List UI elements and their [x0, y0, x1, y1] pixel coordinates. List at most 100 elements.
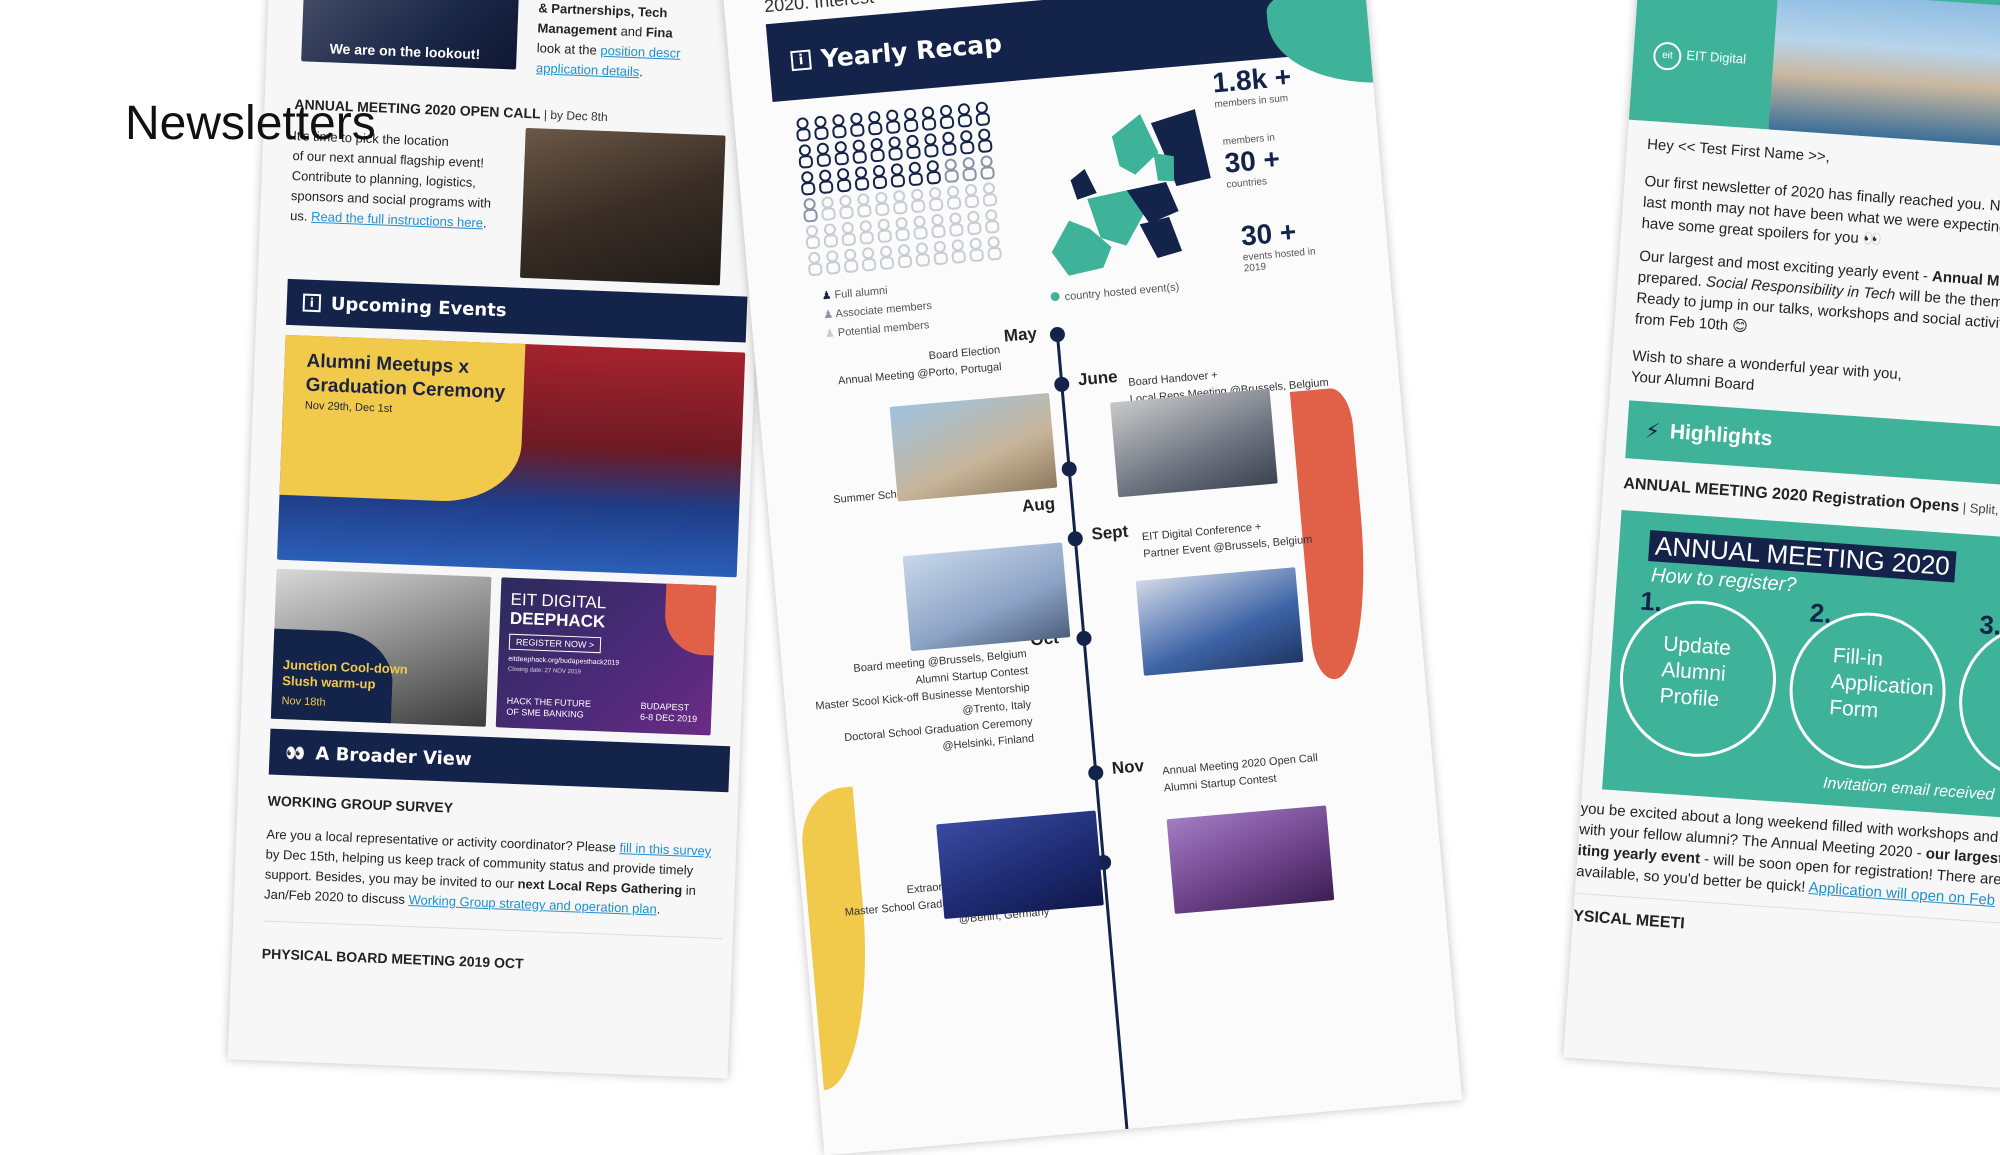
member-person-body	[816, 153, 831, 167]
member-person-icon	[908, 161, 921, 174]
member-person-icon	[975, 101, 988, 114]
member-person-body	[798, 155, 814, 169]
timeline-photo-helsinki	[936, 810, 1104, 920]
member-person-icon	[837, 168, 850, 181]
audience-photo	[519, 127, 726, 286]
hero-photo: We are on the lookout!	[301, 0, 520, 70]
member-person-icon	[808, 251, 821, 264]
member-person-icon	[987, 236, 1000, 249]
member-person-body	[946, 196, 962, 210]
member-person-icon	[870, 138, 883, 151]
member-person-icon	[803, 198, 816, 211]
member-person-icon	[844, 248, 857, 261]
deephack-city: BUDAPEST 6-8 DEC 2019	[639, 700, 698, 724]
instructions-link[interactable]: Read the full instructions here	[311, 209, 483, 231]
member-person-icon	[875, 191, 888, 204]
member-person-body	[957, 114, 973, 128]
survey-text: Are you a local representative or activi…	[263, 826, 712, 917]
member-person-icon	[796, 117, 809, 130]
timeline-photo-conference	[1135, 567, 1304, 676]
stat-members: 1.8k + members in sum	[1211, 60, 1293, 111]
member-person-icon	[886, 109, 899, 122]
timeline-photo-summer	[902, 542, 1071, 651]
member-person-icon	[895, 217, 908, 230]
meetups-title: Alumni Meetups x Graduation Ceremony	[305, 350, 506, 404]
member-person-body	[906, 145, 921, 160]
member-person-icon	[965, 183, 978, 196]
member-person-icon	[801, 171, 814, 184]
info-icon: i	[790, 49, 812, 72]
member-person-body	[841, 232, 856, 247]
member-person-body	[895, 227, 910, 242]
member-person-icon	[823, 223, 836, 236]
member-person-body	[982, 193, 998, 207]
timeline-month: June	[1077, 366, 1119, 390]
deephack-card: EIT DIGITAL DEEPHACK REGISTER NOW > eitd…	[495, 577, 717, 736]
member-person-icon	[819, 169, 832, 182]
member-person-body	[850, 123, 865, 137]
deephack-register-button[interactable]: REGISTER NOW >	[508, 633, 602, 654]
member-person-body	[832, 125, 847, 139]
member-person-icon	[969, 237, 982, 250]
member-person-icon	[904, 108, 917, 121]
timeline-photo-brussels	[1110, 388, 1278, 498]
stat-countries: members in 30 + countries	[1222, 132, 1282, 191]
member-person-icon	[933, 240, 946, 253]
member-person-icon	[980, 155, 993, 168]
junction-card: Junction Cool-down Slush warm-up Nov 18t…	[270, 568, 492, 727]
member-person-body	[888, 147, 903, 161]
member-person-icon	[859, 220, 872, 233]
timeline-dot	[1053, 376, 1070, 393]
member-person-body	[834, 151, 849, 166]
member-person-body	[897, 254, 913, 269]
member-person-icon	[862, 247, 875, 260]
yellow-wave-shape	[797, 786, 879, 1091]
member-legend: ♟ Full alumni ♟ Associate members ♟ Pote…	[821, 278, 934, 344]
timeline-dot	[1067, 530, 1084, 547]
application-link[interactable]: application details	[536, 60, 640, 79]
timeline-entry: Annual Meeting 2020 Open Call Alumni Sta…	[1161, 751, 1319, 795]
member-person-body	[921, 117, 937, 131]
member-person-body	[960, 140, 975, 155]
timeline-entry: EIT Digital Conference + Partner Event @…	[1141, 520, 1313, 561]
member-person-icon	[855, 166, 868, 179]
member-person-body	[913, 226, 928, 240]
member-person-body	[808, 262, 823, 277]
member-person-body	[821, 207, 836, 221]
member-person-icon	[911, 188, 924, 201]
member-person-body	[933, 251, 948, 266]
lightning-icon: ⚡	[1644, 419, 1661, 444]
member-person-icon	[967, 210, 980, 223]
deephack-closing: Closing date: 27 NOV 2019	[507, 666, 582, 676]
member-person-body	[854, 177, 870, 191]
junction-date: Nov 18th	[281, 694, 326, 709]
member-person-body	[796, 128, 811, 142]
member-person-icon	[913, 215, 926, 228]
timeline-month: May	[1003, 323, 1038, 346]
step-label: Fill-in Application Form	[1828, 644, 1935, 723]
page-title: Newsletters	[125, 97, 376, 150]
member-person-icon	[880, 245, 893, 258]
survey-title: WORKING GROUP SURVEY	[267, 792, 454, 816]
invite-text: Invitation email received	[1822, 774, 1995, 804]
member-person-body	[908, 172, 923, 186]
deephack-url: eitdeephack.org/budapesthack2019	[508, 655, 620, 667]
member-person-body	[839, 205, 854, 220]
member-person-body	[939, 115, 955, 130]
member-person-body	[890, 174, 906, 188]
member-person-body	[844, 259, 859, 273]
member-person-body	[904, 118, 919, 133]
member-person-body	[969, 248, 984, 262]
survey-link[interactable]: fill in this survey	[619, 840, 711, 859]
member-person-body	[942, 142, 957, 156]
right-physical-title: YSICAL MEETI	[1572, 907, 1686, 933]
broader-view-bar: 👀 A Broader View	[268, 728, 731, 793]
timeline-dot	[1087, 764, 1104, 781]
member-person-icon	[857, 193, 870, 206]
annual-meeting-banner: ANNUAL MEETING 2020 How to register? 1. U…	[1602, 510, 2000, 826]
info-icon: i	[302, 293, 322, 313]
member-person-body	[975, 112, 990, 126]
member-person-body	[985, 220, 1000, 234]
position-link[interactable]: position descr	[600, 43, 681, 61]
step-number: 3.	[1978, 609, 2000, 641]
